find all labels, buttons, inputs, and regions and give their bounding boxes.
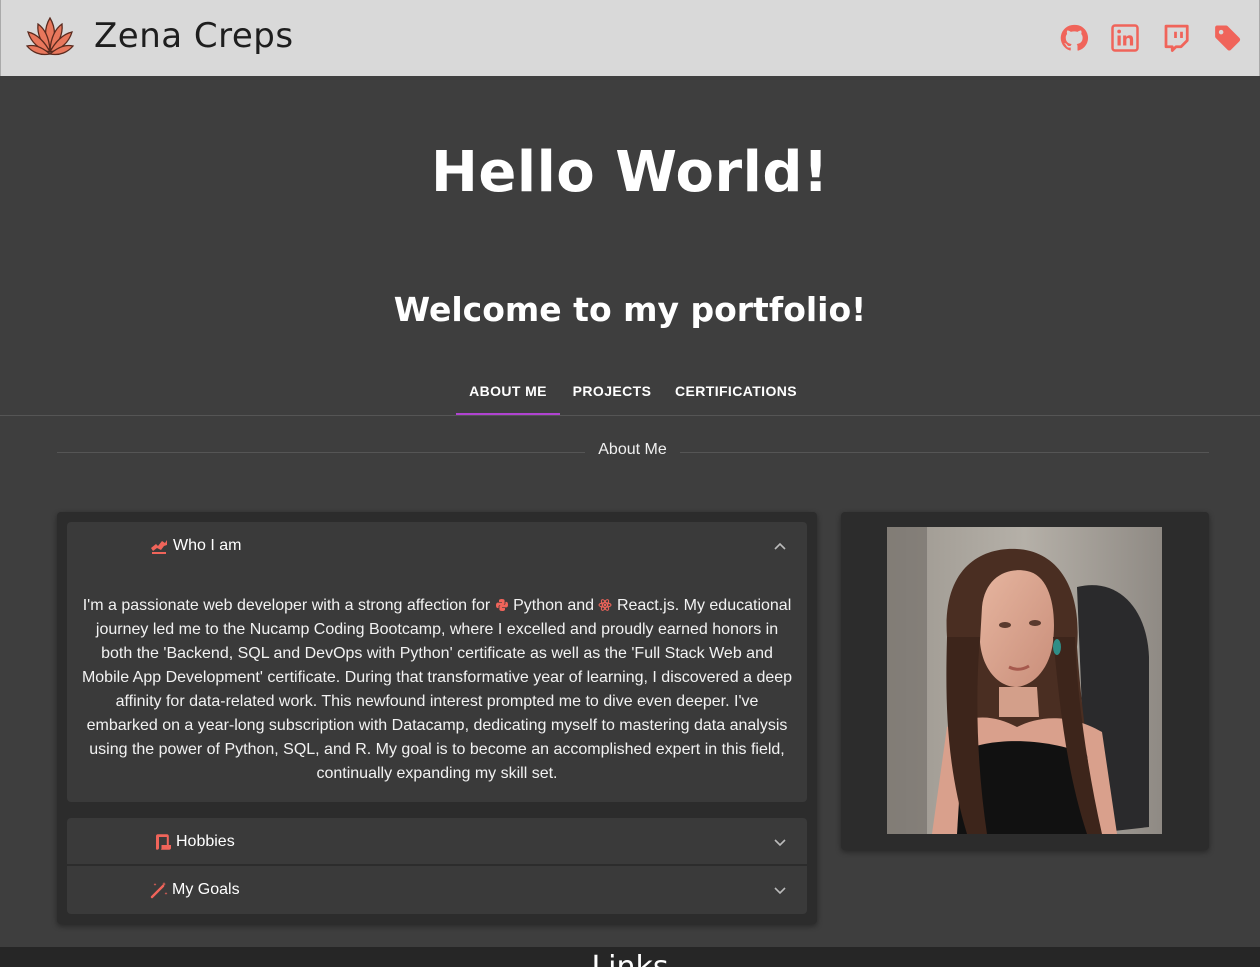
accordion-header-hobbies[interactable]: Hobbies [67,818,807,866]
dragon-icon [149,536,169,556]
accordion-header-my-goals[interactable]: My Goals [67,866,807,914]
bio-text-part2: and [562,597,599,614]
accordion-title: Hobbies [176,833,235,850]
tag-icon[interactable] [1211,20,1243,56]
chevron-down-icon[interactable] [773,883,787,897]
twitch-icon[interactable] [1160,20,1192,56]
divider-right [680,452,1209,453]
section-title: About Me [598,441,667,458]
react-label: React.js [616,597,675,614]
accordion-who-i-am: Who I am I'm a passionate web developer … [67,522,807,802]
hero-title: Hello World! [431,140,829,205]
magic-wand-icon [149,880,169,900]
linkedin-icon[interactable] [1109,20,1141,56]
python-label: Python [513,597,563,614]
github-icon[interactable] [1058,20,1090,56]
chevron-down-icon[interactable] [773,835,787,849]
python-icon [495,596,509,611]
scroll-icon [153,832,173,852]
photo-card [841,512,1209,850]
accordion-body-who-i-am: I'm a passionate web developer with a st… [81,594,793,786]
divider-left [57,452,585,453]
react-icon [598,596,612,611]
accordion-title: My Goals [172,881,240,898]
accordion-header-who-i-am[interactable]: Who I am [67,522,807,570]
tab-projects[interactable]: PROJECTS [564,368,660,415]
chevron-up-icon[interactable] [773,539,787,553]
accordion-title: Who I am [173,537,242,554]
accordion-hobbies: Hobbies [67,818,807,865]
tab-bar: ABOUT ME PROJECTS CERTIFICATIONS [0,368,1260,416]
welcome-subtitle: Welcome to my portfolio! [393,290,867,329]
tab-certifications[interactable]: CERTIFICATIONS [666,368,806,415]
bio-text-part1: I'm a passionate web developer with a st… [82,597,495,614]
app-bar: Zena Creps [0,0,1260,76]
accordion-my-goals: My Goals [67,866,807,914]
bio-text-part3: . My educational journey led me to the N… [81,597,793,782]
portrait-photo [887,527,1162,834]
lotus-icon[interactable] [25,14,75,62]
brand-name[interactable]: Zena Creps [94,16,294,56]
tab-about-me[interactable]: ABOUT ME [456,368,560,415]
about-card: Who I am I'm a passionate web developer … [57,512,817,924]
footer: Links [0,947,1260,967]
footer-title: Links [0,950,1260,967]
